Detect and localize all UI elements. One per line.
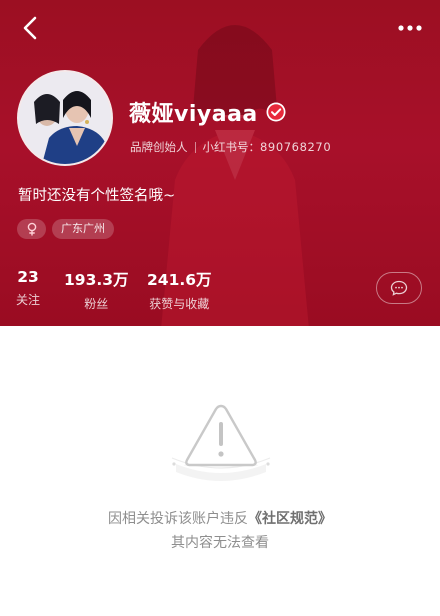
profile-header: 薇娅viyaaa 品牌创始人 小红书号： 890768270 暂时还没有个性签名…	[0, 0, 440, 326]
profile-meta: 品牌创始人 小红书号： 890768270	[130, 139, 331, 155]
stat-likes[interactable]: 241.6万 获赞与收藏	[147, 268, 212, 312]
more-button[interactable]	[392, 12, 428, 44]
location-tag: 广东广州	[52, 219, 114, 239]
id-label: 小红书号：	[202, 140, 261, 154]
notice-text: 因相关投诉该账户违反	[108, 511, 248, 527]
gender-tag	[17, 219, 46, 239]
avatar[interactable]	[17, 70, 113, 166]
notice-line-2: 其内容无法查看	[171, 535, 269, 551]
meta-divider	[194, 141, 196, 153]
profile-page: 薇娅viyaaa 品牌创始人 小红书号： 890768270 暂时还没有个性签名…	[0, 0, 440, 616]
username: 薇娅viyaaa	[129, 102, 258, 127]
more-dots-icon	[398, 25, 422, 31]
chevron-left-icon	[23, 16, 37, 40]
blocked-content-area: 因相关投诉该账户违反《社区规范》 其内容无法查看	[0, 326, 440, 616]
bio-text: 暂时还没有个性签名哦~	[18, 188, 176, 204]
stat-following-value: 23	[17, 268, 39, 286]
stat-likes-label: 获赞与收藏	[149, 297, 210, 311]
warning-triangle-icon	[171, 404, 271, 481]
name-row: 薇娅viyaaa	[129, 96, 286, 128]
notice-line-1: 因相关投诉该账户违反《社区规范》	[0, 508, 440, 528]
stat-likes-value: 241.6万	[147, 271, 212, 289]
female-icon	[27, 222, 36, 236]
stat-fans[interactable]: 193.3万 粉丝	[64, 268, 129, 312]
community-rules-link[interactable]: 《社区规范》	[248, 511, 332, 527]
back-button[interactable]	[14, 12, 46, 44]
stat-following-label: 关注	[16, 293, 41, 307]
role-label: 品牌创始人	[130, 140, 188, 154]
verified-badge-icon	[266, 102, 286, 122]
stat-fans-value: 193.3万	[64, 271, 129, 289]
stat-following[interactable]: 23 关注	[16, 268, 40, 308]
id-value[interactable]: 890768270	[260, 140, 331, 154]
message-button[interactable]	[376, 272, 422, 304]
chat-bubble-icon	[390, 280, 408, 296]
stat-fans-label: 粉丝	[84, 297, 109, 311]
avatar-image	[19, 72, 111, 164]
